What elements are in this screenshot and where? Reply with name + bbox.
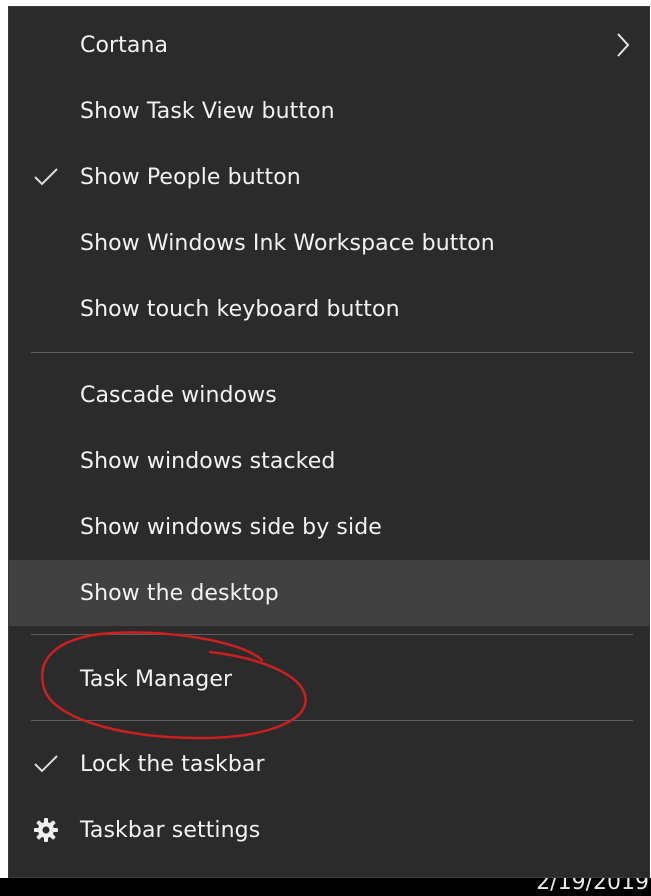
menu-item-label: Lock the taskbar (80, 751, 265, 777)
gear-icon (31, 815, 61, 845)
menu-item-label: Cortana (80, 32, 169, 58)
taskbar-context-menu: Cortana Show Task View button Show Peopl… (8, 6, 650, 878)
menu-item-show-task-view-button[interactable]: Show Task View button (9, 78, 649, 144)
menu-separator (31, 634, 633, 635)
taskbar-clock-date[interactable]: 2/19/2019 (536, 878, 649, 895)
menu-item-show-the-desktop[interactable]: Show the desktop (9, 560, 649, 626)
menu-item-label: Show Task View button (80, 98, 335, 124)
menu-item-label: Show the desktop (80, 580, 279, 606)
menu-item-show-windows-stacked[interactable]: Show windows stacked (9, 428, 649, 494)
menu-item-label: Show People button (80, 164, 301, 190)
menu-item-show-windows-side-by-side[interactable]: Show windows side by side (9, 494, 649, 560)
menu-item-cascade-windows[interactable]: Cascade windows (9, 362, 649, 428)
menu-item-show-touch-keyboard-button[interactable]: Show touch keyboard button (9, 276, 649, 342)
chevron-right-icon (611, 30, 635, 60)
menu-separator (31, 352, 633, 353)
menu-item-label: Cascade windows (80, 382, 277, 408)
menu-item-label: Show Windows Ink Workspace button (80, 230, 495, 256)
menu-item-show-windows-ink-workspace-button[interactable]: Show Windows Ink Workspace button (9, 210, 649, 276)
menu-item-label: Task Manager (80, 666, 233, 692)
menu-item-label: Taskbar settings (80, 817, 261, 843)
checkmark-icon (31, 749, 61, 779)
menu-item-taskbar-settings[interactable]: Taskbar settings (9, 797, 649, 863)
menu-item-label: Show windows side by side (80, 514, 382, 540)
taskbar: 2/19/2019 (0, 878, 651, 896)
menu-separator (31, 720, 633, 721)
menu-item-label: Show windows stacked (80, 448, 336, 474)
menu-item-show-people-button[interactable]: Show People button (9, 144, 649, 210)
menu-item-label: Show touch keyboard button (80, 296, 400, 322)
menu-item-task-manager[interactable]: Task Manager (9, 646, 649, 712)
menu-item-cortana[interactable]: Cortana (9, 12, 649, 78)
menu-item-lock-the-taskbar[interactable]: Lock the taskbar (9, 731, 649, 797)
checkmark-icon (31, 162, 61, 192)
